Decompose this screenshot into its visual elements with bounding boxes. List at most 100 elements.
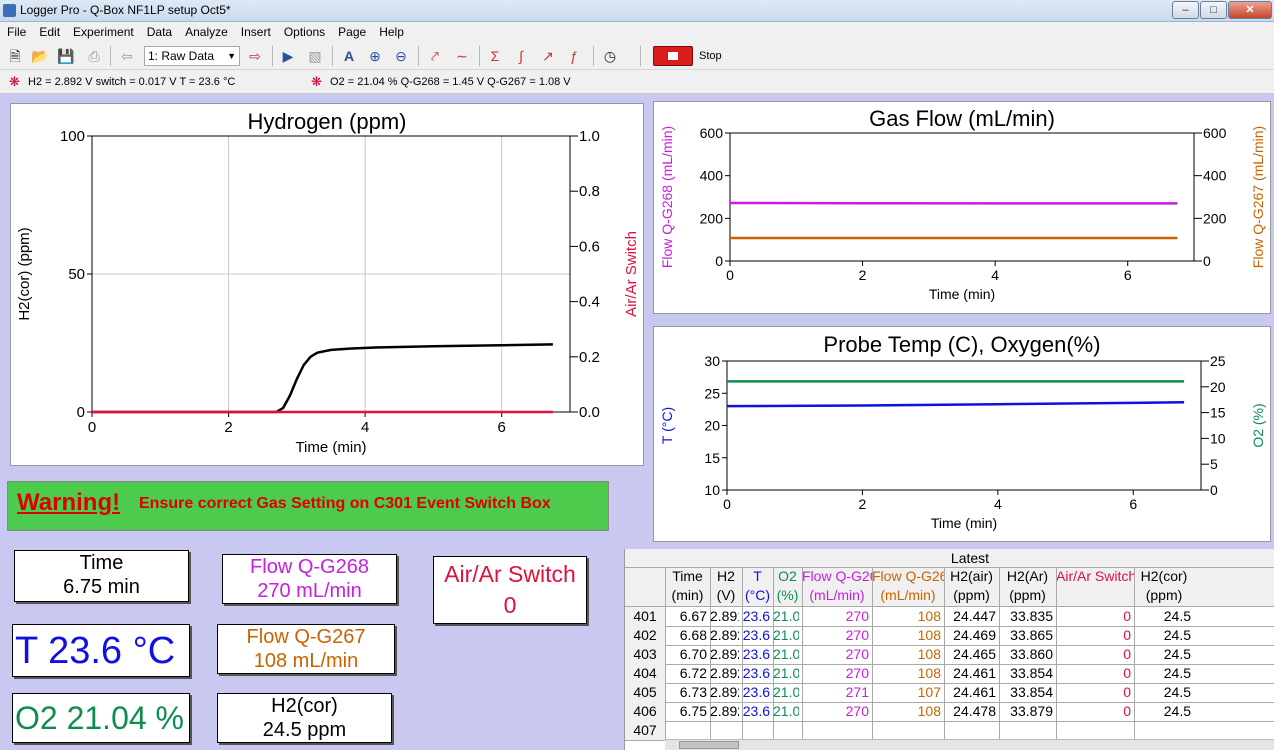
new-file-icon[interactable]: 🗎 [5, 46, 25, 66]
menu-options[interactable]: Options [277, 22, 331, 39]
table-cell: 33.865 [1010, 627, 1053, 643]
menu-help[interactable]: Help [372, 22, 410, 39]
tangent-icon[interactable]: ∼ [452, 46, 472, 66]
column-unit: (°C) [744, 587, 771, 603]
x-tick-label: 2 [859, 267, 867, 283]
data-table[interactable]: LatestTime(min)H2(V)T(°C)O2(%)Flow Q-G26… [624, 549, 1274, 750]
y-tick-label: 400 [700, 168, 724, 184]
menu-data[interactable]: Data [140, 22, 178, 39]
series-line [92, 343, 553, 414]
table-cell: 2.892 [710, 703, 739, 719]
y2-tick-label: 0.4 [579, 294, 600, 311]
column-header: H2(air) [950, 568, 993, 584]
clock-icon[interactable]: ◷ [600, 46, 620, 66]
probe-temp-graph[interactable]: Probe Temp (C), Oxygen(%) 0 2 4 6 10 15 20 25 30… [653, 326, 1271, 542]
save-icon[interactable]: 💾 [56, 46, 76, 66]
y-tick-label: 200 [700, 210, 724, 226]
minimize-button[interactable]: – [1172, 1, 1199, 19]
column-unit: (V) [716, 587, 736, 603]
row-number: 405 [625, 683, 665, 702]
menu-page[interactable]: Page [331, 22, 372, 39]
table-cell: 270 [845, 703, 869, 719]
column-unit: (mL/min) [809, 587, 865, 603]
sensor-icon[interactable]: ▧ [305, 46, 325, 66]
print-icon[interactable]: ⎙ [84, 46, 104, 66]
x-tick-label: 6 [498, 419, 506, 436]
meter-value: 0 [503, 592, 517, 618]
close-button[interactable]: ✕ [1228, 1, 1272, 19]
meter-value: O2 21.04 % [15, 700, 184, 736]
air-ar-switch-meter[interactable]: Air/Ar Switch 0 [433, 556, 587, 624]
series-line [726, 401, 1185, 408]
sensor-icon[interactable]: ❋ [9, 74, 20, 90]
y-axis-label: T (°C) [659, 407, 675, 444]
table-cell: 24.5 [1163, 703, 1191, 719]
table-cell: 0 [1123, 646, 1131, 662]
row-divider [625, 567, 1274, 568]
zoom-out-icon[interactable]: ⊖ [391, 46, 411, 66]
table-cell: 24.469 [953, 627, 996, 643]
table-cell: 6.75 [679, 703, 707, 719]
maximize-button[interactable]: □ [1200, 1, 1227, 19]
previous-page-icon[interactable]: ⇦ [117, 46, 137, 66]
statistics-icon[interactable]: Σ [485, 46, 505, 66]
stop-button[interactable] [653, 46, 693, 66]
table-cell: 270 [845, 608, 869, 624]
x-axis-label: Time (min) [929, 286, 995, 302]
h2-cor-meter[interactable]: H2(cor) 24.5 ppm [217, 693, 392, 743]
table-cell: 0 [1123, 665, 1131, 681]
time-meter[interactable]: Time 6.75 min [14, 550, 189, 602]
zoom-in-icon[interactable]: ⊕ [365, 46, 385, 66]
table-cell [665, 721, 707, 740]
scrollbar-thumb[interactable] [679, 741, 739, 749]
warning-message: Ensure correct Gas Setting on C301 Event… [139, 495, 551, 512]
flow-q-g268-meter[interactable]: Flow Q-G268 270 mL/min [222, 554, 397, 604]
y2-tick-label: 0.0 [579, 404, 600, 421]
open-folder-icon[interactable]: 📂 [30, 46, 50, 66]
integral-icon[interactable]: ∫ [511, 46, 531, 66]
table-cell: 23.6 [742, 608, 770, 624]
table-cell: 0 [1123, 703, 1131, 719]
table-cell: 33.854 [1010, 665, 1053, 681]
examine-icon[interactable]: ⤤ [425, 46, 445, 66]
x-tick-label: 2 [859, 496, 867, 512]
table-cell: 24.447 [953, 608, 996, 624]
column-unit: (min) [671, 587, 704, 603]
meter-value: 270 mL/min [257, 580, 362, 602]
curve-fit-icon[interactable]: ƒ [564, 46, 584, 66]
meter-label: Time [79, 552, 124, 574]
table-cell: 108 [917, 703, 941, 719]
menu-experiment[interactable]: Experiment [66, 22, 140, 39]
autoscale-icon[interactable]: A [339, 46, 359, 66]
gas-flow-graph[interactable]: Gas Flow (mL/min) 0 2 4 6 0 200 400 600 0 200 400 6… [653, 101, 1271, 314]
menu-edit[interactable]: Edit [32, 22, 66, 39]
flow-q-g267-meter[interactable]: Flow Q-G267 108 mL/min [217, 624, 395, 674]
table-cell: 24.461 [953, 684, 996, 700]
meter-label: H2(cor) [271, 695, 338, 717]
table-icon[interactable]: ▶ [278, 46, 298, 66]
linear-fit-icon[interactable]: ↗ [538, 46, 558, 66]
temperature-meter[interactable]: T 23.6 °C [12, 624, 190, 677]
next-page-icon[interactable]: ⇨ [245, 46, 265, 66]
column-header: H2(cor) [1140, 568, 1188, 584]
y-axis-label: H2(cor) (ppm) [16, 227, 33, 320]
table-cell: 23.6 [742, 703, 770, 719]
table-cell: 23.6 [742, 665, 770, 681]
oxygen-meter[interactable]: O2 21.04 % [12, 693, 190, 743]
page-select[interactable]: 1: Raw Data ▼ [144, 46, 240, 66]
table-cell [1134, 721, 1191, 740]
sensor-bar: ❋ H2 = 2.892 V switch = 0.017 V T = 23.6… [0, 70, 1274, 94]
table-cell: 6.72 [679, 665, 707, 681]
sensor-icon[interactable]: ❋ [311, 74, 322, 90]
menu-insert[interactable]: Insert [234, 22, 277, 39]
table-cell: 107 [917, 684, 941, 700]
menu-analyze[interactable]: Analyze [178, 22, 234, 39]
table-cell: 2.892 [710, 646, 739, 662]
table-cell: 24.478 [953, 703, 996, 719]
page-select-value: 1: Raw Data [148, 49, 215, 63]
column-unit: (ppm) [1145, 587, 1183, 603]
menu-file[interactable]: File [0, 22, 32, 39]
hydrogen-graph[interactable]: Hydrogen (ppm) 0 2 4 6 0 50 100 0.0 0.2 0.4 0.6 0.8… [10, 103, 644, 466]
horizontal-scrollbar[interactable] [665, 739, 1274, 750]
table-cell: 24.5 [1163, 665, 1191, 681]
